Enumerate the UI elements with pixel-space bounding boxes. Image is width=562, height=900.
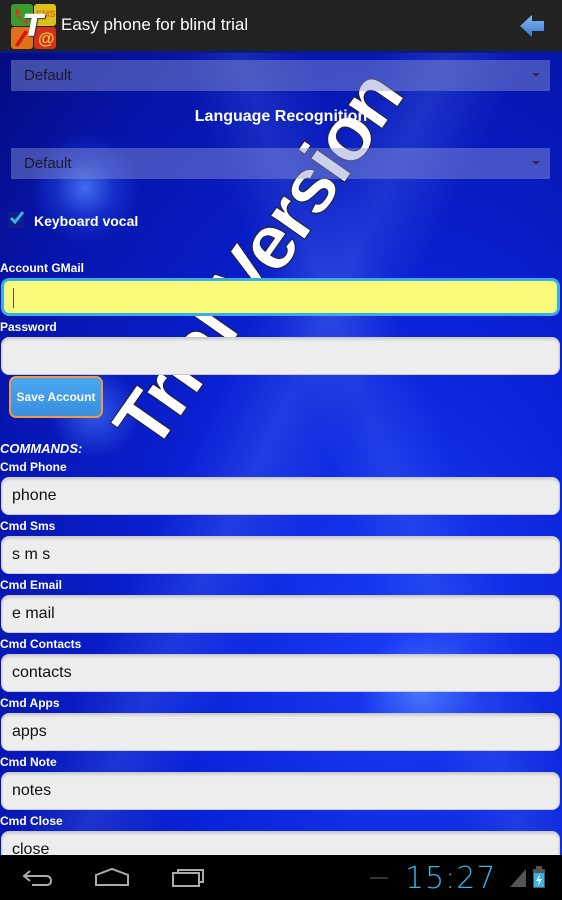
cmd-note-label: Cmd Note xyxy=(0,755,57,769)
account-gmail-label: Account GMail xyxy=(0,261,85,275)
settings-content[interactable]: Trial Version Default Language Recogniti… xyxy=(0,53,562,855)
cmd-apps-label: Cmd Apps xyxy=(0,696,60,710)
account-gmail-input[interactable] xyxy=(1,278,560,316)
app-title: Easy phone for blind trial xyxy=(61,15,249,34)
dropdown-caret-icon xyxy=(532,73,540,77)
signal-icon xyxy=(510,869,526,892)
cmd-apps-input[interactable]: apps xyxy=(1,713,560,751)
back-icon[interactable] xyxy=(20,865,54,894)
cmd-email-label: Cmd Email xyxy=(0,578,63,592)
voice-spinner[interactable]: Default xyxy=(11,60,550,91)
password-label: Password xyxy=(0,320,57,334)
cmd-contacts-input[interactable]: contacts xyxy=(1,654,560,692)
notification-placeholder xyxy=(370,877,388,879)
app-icon[interactable]: SMS @ T xyxy=(11,4,56,49)
battery-charging-icon xyxy=(533,866,545,893)
app-icon-letter: T xyxy=(23,9,44,44)
language-recognition-label: Language Recognition xyxy=(194,108,368,125)
save-account-button[interactable]: Save Account xyxy=(9,376,103,418)
cmd-phone-input[interactable]: phone xyxy=(1,477,560,515)
action-bar: SMS @ T Easy phone for blind trial xyxy=(0,0,562,53)
checkmark-icon xyxy=(9,211,25,225)
cmd-sms-label: Cmd Sms xyxy=(0,519,56,533)
text-cursor xyxy=(13,288,14,308)
commands-header: COMMANDS: xyxy=(0,441,83,456)
back-arrow-icon[interactable] xyxy=(518,12,546,40)
password-input[interactable] xyxy=(1,337,560,375)
keyboard-vocal-label: Keyboard vocal xyxy=(34,213,139,229)
cmd-sms-input[interactable]: s m s xyxy=(1,536,560,574)
cmd-close-input[interactable]: close xyxy=(1,831,560,855)
keyboard-vocal-checkbox[interactable] xyxy=(8,211,25,228)
cmd-note-input[interactable]: notes xyxy=(1,772,560,810)
clock: 15:27 xyxy=(405,861,497,896)
system-nav-bar: 15:27 xyxy=(0,855,562,900)
recent-apps-icon[interactable] xyxy=(170,865,206,894)
voice-spinner-value: Default xyxy=(24,67,72,84)
cmd-contacts-label: Cmd Contacts xyxy=(0,637,82,651)
cmd-phone-label: Cmd Phone xyxy=(0,460,67,474)
cmd-email-input[interactable]: e mail xyxy=(1,595,560,633)
language-spinner[interactable]: Default xyxy=(11,148,550,179)
cmd-close-label: Cmd Close xyxy=(0,814,63,828)
home-icon[interactable] xyxy=(94,865,130,894)
dropdown-caret-icon xyxy=(532,161,540,165)
language-spinner-value: Default xyxy=(24,155,72,172)
